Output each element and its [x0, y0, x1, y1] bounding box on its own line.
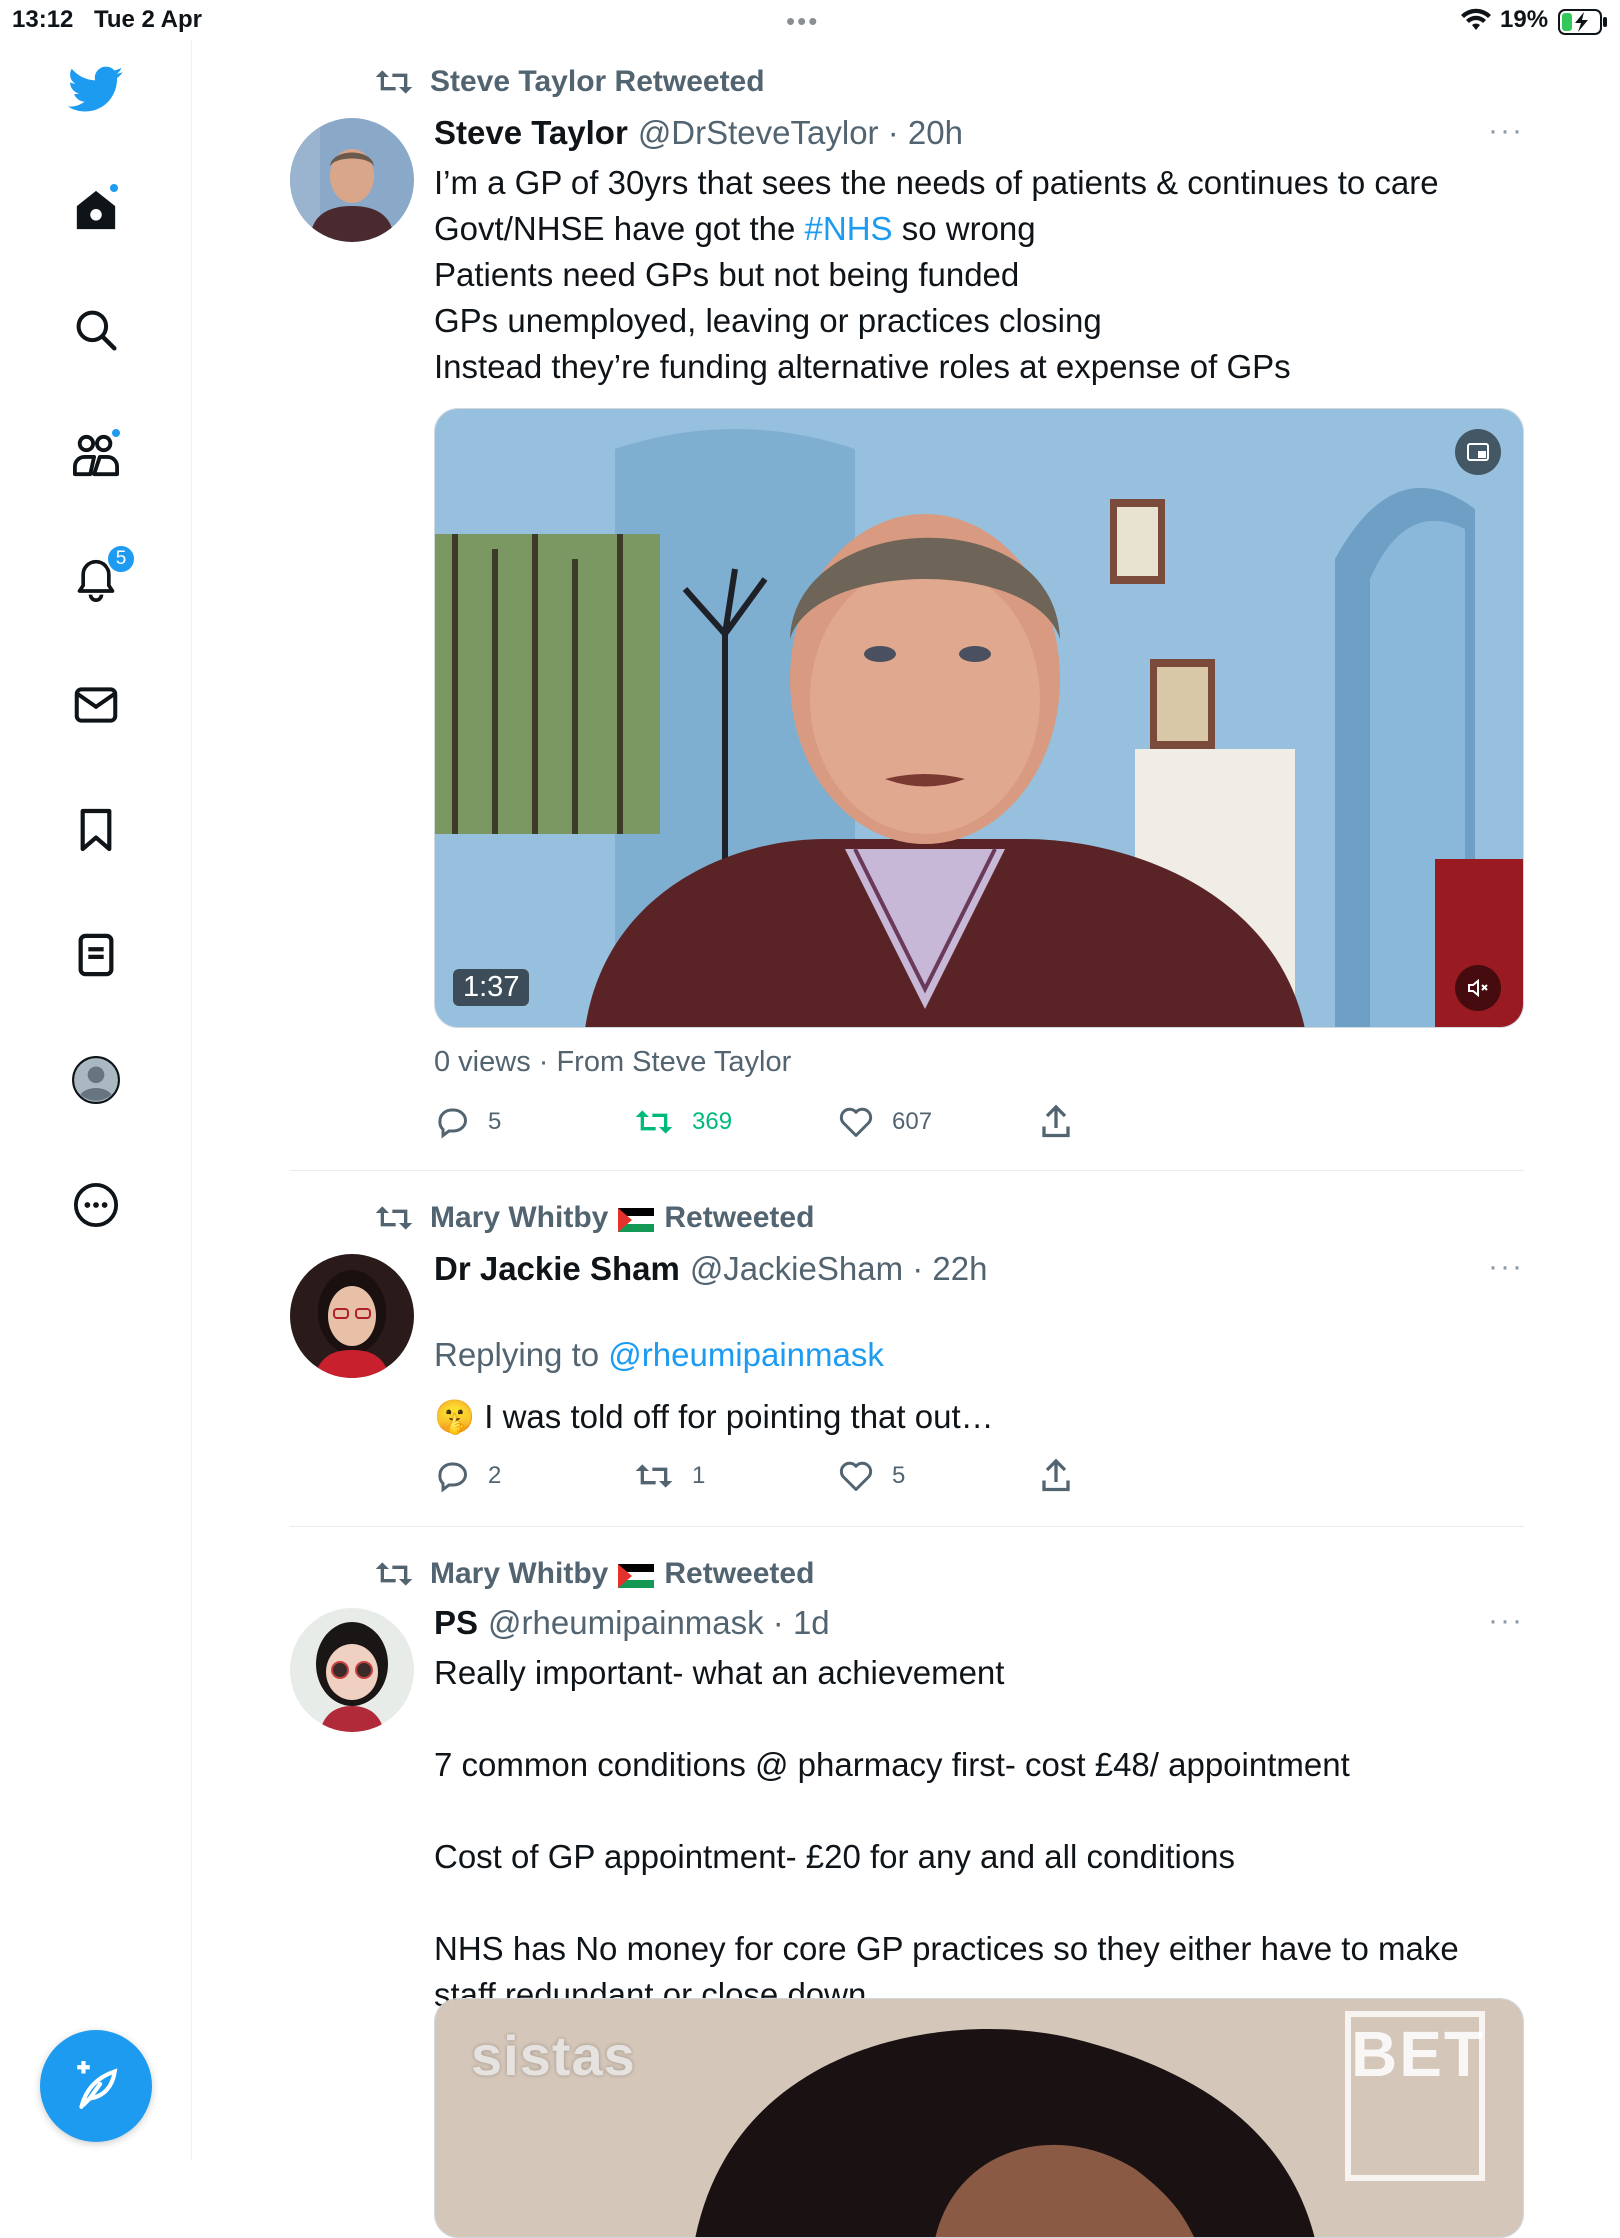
shushing-emoji: 🤫: [434, 1398, 476, 1435]
wifi-icon: [1460, 8, 1492, 37]
more-options-icon[interactable]: [66, 1175, 126, 1235]
reply-icon: [438, 1108, 467, 1139]
tweet-text-part: I was told off for pointing that out…: [484, 1398, 994, 1435]
retweeted-by-name[interactable]: Mary Whitby: [430, 1557, 608, 1591]
retweeted-by-label[interactable]: Steve Taylor Retweeted: [430, 65, 765, 99]
retweet-button[interactable]: 369: [634, 1100, 732, 1144]
author-name[interactable]: Dr Jackie Sham: [434, 1250, 680, 1288]
compose-feather-icon: [77, 2061, 118, 2109]
status-time: 13:12: [12, 6, 74, 33]
tweet-video[interactable]: 1:37: [434, 408, 1524, 1028]
retweet-context: Mary Whitby Retweeted: [374, 1554, 814, 1594]
replying-prefix: Replying to: [434, 1336, 609, 1373]
retweeted-suffix: Retweeted: [664, 1201, 815, 1234]
bookmarks-icon[interactable]: [66, 800, 126, 860]
avatar[interactable]: [290, 1254, 414, 1378]
share-icon: [1042, 1104, 1070, 1138]
hashtag-link[interactable]: #NHS: [805, 210, 893, 247]
communities-icon[interactable]: [66, 425, 126, 485]
share-button[interactable]: [1040, 1100, 1072, 1144]
heart-icon: [839, 1461, 873, 1491]
retweet-icon: [635, 1464, 673, 1488]
notifications-badge: 5: [106, 544, 136, 574]
retweet-icon: [375, 70, 413, 94]
author-name[interactable]: PS: [434, 1604, 478, 1642]
replying-to: Replying to @rheumipainmask: [434, 1336, 884, 1374]
picture-in-picture-icon[interactable]: [1455, 429, 1501, 475]
share-button[interactable]: [1040, 1454, 1072, 1498]
multitasking-dots[interactable]: •••: [786, 6, 819, 37]
video-frame: [435, 409, 1523, 1027]
author-handle-time[interactable]: @rheumipainmask · 1d: [488, 1604, 830, 1642]
share-icon: [1042, 1458, 1070, 1492]
mute-icon[interactable]: [1455, 965, 1501, 1011]
retweeted-by-name[interactable]: Mary Whitby: [430, 1201, 608, 1235]
reply-count: 2: [488, 1462, 502, 1489]
tweet-text: 🤫 I was told off for pointing that out…: [434, 1394, 1524, 1440]
twitter-logo-icon[interactable]: [66, 60, 126, 120]
search-icon[interactable]: [66, 300, 126, 360]
heart-icon: [839, 1107, 873, 1137]
battery-percent: 19%: [1500, 6, 1549, 33]
like-count: 607: [892, 1108, 933, 1135]
battery-charging-icon: [1558, 9, 1608, 40]
reply-button[interactable]: 2: [434, 1454, 501, 1498]
tweet-text: Really important- what an achievement 7 …: [434, 1654, 1459, 2013]
status-bar: 13:12 Tue 2 Apr ••• 19%: [0, 0, 1620, 40]
tweet-header: Dr Jackie Sham @JackieSham · 22h: [434, 1248, 987, 1290]
replying-to-link[interactable]: @rheumipainmask: [608, 1336, 884, 1373]
retweet-button[interactable]: 1: [634, 1454, 705, 1498]
tweet-more-button[interactable]: ···: [1488, 1604, 1524, 1646]
tweet-more-button[interactable]: ···: [1488, 114, 1524, 156]
tweet-header: PS @rheumipainmask · 1d: [434, 1602, 830, 1644]
retweet-context: Mary Whitby Retweeted: [374, 1198, 814, 1238]
sidebar-nav: 5: [0, 40, 192, 2160]
tweet-header: Steve Taylor @DrSteveTaylor · 20h: [434, 112, 963, 154]
media-watermark-right: BET: [1345, 2011, 1485, 2181]
palestine-flag-icon: [618, 1206, 655, 1232]
home-icon[interactable]: [66, 180, 126, 240]
retweet-icon: [375, 1562, 413, 1586]
author-name[interactable]: Steve Taylor: [434, 114, 628, 152]
retweet-count: 1: [692, 1462, 706, 1489]
author-handle-time[interactable]: @DrSteveTaylor · 20h: [638, 114, 963, 152]
like-count: 5: [892, 1462, 906, 1489]
retweet-context: Steve Taylor Retweeted: [374, 62, 765, 102]
tweet-media[interactable]: sistas BET: [434, 1998, 1524, 2238]
tweet-actions: 5 369 607: [434, 1100, 1524, 1144]
palestine-flag-icon: [618, 1562, 655, 1588]
author-handle-time[interactable]: @JackieSham · 22h: [690, 1250, 988, 1288]
profile-avatar-icon[interactable]: [66, 1050, 126, 1110]
tweet-actions: 2 1 5: [434, 1454, 1524, 1498]
like-button[interactable]: 607: [838, 1100, 932, 1144]
video-views: 0 views · From Steve Taylor: [434, 1046, 792, 1078]
reply-button[interactable]: 5: [434, 1100, 501, 1144]
notifications-bell-icon[interactable]: 5: [66, 544, 136, 610]
tweet-text: I’m a GP of 30yrs that sees the needs of…: [434, 160, 1524, 390]
avatar[interactable]: [290, 1608, 414, 1732]
compose-tweet-button[interactable]: [40, 2030, 152, 2142]
tweet-more-button[interactable]: ···: [1488, 1250, 1524, 1292]
retweet-icon: [375, 1206, 413, 1230]
reply-icon: [438, 1462, 467, 1493]
avatar[interactable]: [290, 118, 414, 242]
tweet-divider: [290, 1526, 1524, 1527]
home-unread-dot: [108, 182, 120, 194]
reply-count: 5: [488, 1108, 502, 1135]
status-date: Tue 2 Apr: [94, 6, 203, 33]
lists-icon[interactable]: [66, 925, 126, 985]
video-duration: 1:37: [453, 969, 530, 1006]
communities-unread-dot: [110, 427, 122, 439]
retweet-count: 369: [692, 1108, 733, 1135]
like-button[interactable]: 5: [838, 1454, 905, 1498]
messages-icon[interactable]: [66, 675, 126, 735]
retweet-icon: [635, 1110, 673, 1134]
media-watermark-left: sistas: [471, 2024, 636, 2087]
tweet-divider: [290, 1170, 1524, 1171]
retweeted-suffix: Retweeted: [664, 1557, 815, 1590]
